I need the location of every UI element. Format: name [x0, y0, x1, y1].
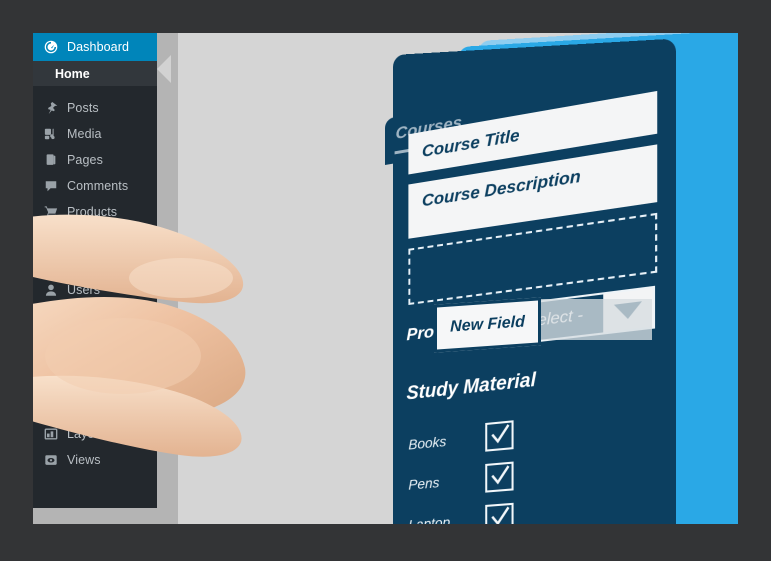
sidebar-item-dashboard[interactable]: Dashboard — [33, 33, 157, 61]
sidebar-item-pages[interactable]: Pages — [33, 147, 157, 173]
sidebar-subitem-home[interactable]: Home — [33, 61, 157, 86]
sidebar-subitem-label: Home — [55, 66, 90, 81]
pin-icon — [43, 100, 59, 116]
sidebar-divider — [33, 86, 157, 95]
screenshot-frame: Dashboard Home Posts Media Pages Comment… — [0, 0, 771, 561]
sidebar-item-label: Media — [67, 127, 102, 141]
pages-icon — [43, 152, 59, 168]
drag-ghost-preview — [529, 299, 652, 340]
drag-chip-label: New Field — [450, 313, 525, 336]
sidebar-item-label: Dashboard — [67, 40, 130, 54]
dashboard-gauge-icon — [43, 39, 59, 55]
sidebar-item-label: Pages — [67, 153, 103, 167]
tab-label: Courses — [395, 112, 463, 144]
hand-photo — [33, 188, 361, 524]
media-icon — [43, 126, 59, 142]
sidebar-item-media[interactable]: Media — [33, 121, 157, 147]
sidebar-item-posts[interactable]: Posts — [33, 95, 157, 121]
drag-chip-new-field[interactable]: New Field — [434, 297, 541, 353]
sidebar-item-label: Posts — [67, 101, 99, 115]
admin-canvas: Dashboard Home Posts Media Pages Comment… — [33, 33, 738, 524]
